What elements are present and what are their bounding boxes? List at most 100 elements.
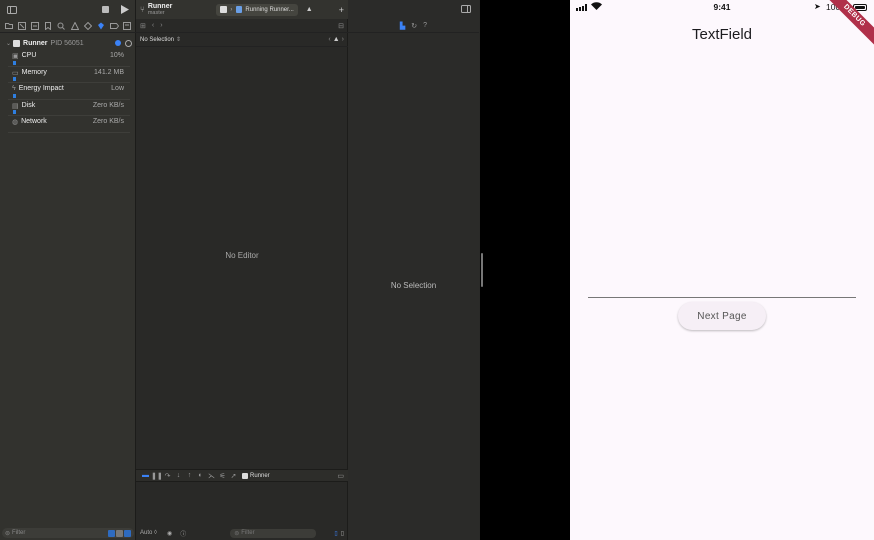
filter-option-button[interactable]	[108, 529, 115, 537]
gauge-disk[interactable]: ▤ Disk Zero KB/s	[8, 100, 130, 116]
app-bar-title: TextField	[691, 26, 753, 43]
gauge-value: Zero KB/s	[92, 118, 124, 125]
window-split-handle[interactable]	[481, 253, 483, 287]
test-icon[interactable]	[83, 21, 92, 30]
branch-name: master	[147, 9, 165, 16]
gauge-cpu[interactable]: ▣ CPU 10%	[8, 50, 130, 67]
disk-icon: ▤	[12, 102, 19, 110]
navigator-filter[interactable]: ⊜ Filter	[2, 528, 134, 538]
navigator-pane: ⌄ Runner PID 56051 ▣ CPU 10% ▭ Memory 14…	[0, 0, 136, 540]
source-control-icon[interactable]	[17, 21, 26, 30]
activity-viewer[interactable]: › Running Runner...	[216, 3, 298, 16]
panel-toggle-icon[interactable]: ▭	[337, 472, 344, 480]
issue-icon[interactable]	[70, 21, 79, 30]
gauge-label: Energy Impact	[18, 85, 64, 92]
text-field-input[interactable]	[588, 282, 856, 298]
folder-icon[interactable]	[4, 21, 13, 30]
sidebar-toggle-icon[interactable]	[6, 4, 17, 15]
bookmark-icon[interactable]	[44, 21, 53, 30]
step-into-icon[interactable]: ↓	[173, 472, 184, 479]
next-page-button[interactable]: Next Page	[678, 302, 766, 330]
step-out-icon[interactable]: ↑	[184, 472, 195, 479]
console-toggle-icon[interactable]: ▬	[140, 472, 151, 479]
file-inspector-icon[interactable]: ▙	[400, 22, 405, 30]
app-icon	[13, 39, 21, 47]
filter-option-button[interactable]	[116, 529, 123, 537]
debug-bar: ▬ ❚❚ ↷ ↓ ↑ ◐ ⋋ ⚟ ➚ Runner ▭	[136, 469, 348, 482]
chevron-right-icon: ›	[230, 6, 233, 13]
editor-options-icon[interactable]: ⊟	[338, 22, 344, 30]
history-inspector-icon[interactable]: ↻	[411, 22, 417, 30]
cpu-icon: ▣	[12, 53, 19, 60]
console-filter-input[interactable]: ⊜ Filter	[230, 528, 317, 538]
warning-icon[interactable]: ▲	[333, 36, 340, 43]
add-icon[interactable]: +	[339, 5, 344, 15]
console-scope[interactable]: Auto ◊	[140, 530, 157, 536]
gauge-label: CPU	[21, 52, 37, 59]
process-name: Runner	[23, 39, 48, 47]
filter-option-button[interactable]	[124, 529, 131, 537]
console-filter-placeholder: Filter	[241, 530, 255, 536]
gauge-network[interactable]: ◍ Network Zero KB/s	[8, 116, 130, 133]
gauge-bar	[13, 77, 16, 81]
gauge-memory[interactable]: ▭ Memory 141.2 MB	[8, 67, 130, 83]
process-pid: PID 56051	[50, 39, 84, 47]
gauge-value: Low	[111, 85, 124, 92]
console-view-icon[interactable]: ▯	[341, 530, 344, 537]
xcode-window: ⌄ Runner PID 56051 ▣ CPU 10% ▭ Memory 14…	[0, 0, 480, 540]
help-inspector-icon[interactable]: ?	[423, 22, 427, 29]
location-icon[interactable]: ➚	[228, 472, 239, 480]
device-icon	[236, 6, 243, 13]
scheme-info[interactable]: Runner master	[148, 3, 173, 17]
debug-navigator: ⌄ Runner PID 56051 ▣ CPU 10% ▭ Memory 14…	[0, 36, 136, 133]
app-icon	[242, 472, 248, 479]
jump-bar[interactable]: No Selection ⇕ ‹ ▲ ›	[136, 33, 348, 47]
warning-icon[interactable]: ▲	[306, 6, 313, 13]
gauge-label: Memory	[21, 68, 47, 76]
grid-icon[interactable]: ⊞	[140, 22, 146, 30]
debug-process[interactable]: Runner	[242, 472, 270, 479]
symbol-icon[interactable]	[30, 21, 39, 30]
eye-icon[interactable]: ◉	[167, 530, 172, 537]
memory-graph-icon[interactable]: ⋋	[206, 472, 217, 480]
status-dot-icon	[115, 40, 121, 46]
chevron-right-icon[interactable]: ›	[342, 36, 344, 43]
back-icon[interactable]: ‹	[152, 22, 154, 29]
gauge-value: Zero KB/s	[92, 101, 124, 109]
gauge-label: Disk	[21, 101, 36, 109]
info-icon[interactable]: ⓘ	[180, 529, 186, 538]
gauge-bar	[13, 93, 16, 98]
memory-icon: ▭	[12, 69, 19, 77]
toolbar-center: ⑂ Runner master › Running Runner... ▲ +	[136, 0, 348, 19]
jump-bar-path[interactable]: No Selection	[140, 37, 174, 43]
inspector-toggle-icon[interactable]	[461, 4, 471, 15]
breakpoint-icon[interactable]	[109, 21, 119, 30]
activity-status: Running Runner...	[245, 6, 294, 13]
ios-simulator-screen: 9:41 ➤ 100% DEBUG TextField Next Page	[570, 0, 874, 540]
step-over-icon[interactable]: ↷	[162, 472, 173, 480]
chevron-left-icon[interactable]: ‹	[328, 36, 330, 43]
view-debugger-icon[interactable]	[125, 39, 132, 47]
find-icon[interactable]	[57, 21, 66, 30]
run-button[interactable]	[119, 4, 130, 15]
stop-button[interactable]	[100, 4, 111, 15]
disclosure-chevron-icon[interactable]: ⌄	[6, 40, 11, 47]
gauge-label: Network	[21, 118, 47, 125]
gauge-energy[interactable]: ϟ Energy Impact Low	[8, 83, 130, 100]
chevron-updown-icon: ⇕	[176, 37, 182, 43]
filter-icon: ⊜	[5, 530, 11, 537]
process-row[interactable]: ⌄ Runner PID 56051	[0, 36, 136, 50]
toolbar-right	[348, 0, 479, 19]
branch-icon: ⑂	[140, 5, 145, 14]
forward-icon[interactable]: ›	[160, 22, 162, 29]
pause-icon[interactable]: ❚❚	[151, 472, 163, 480]
scheme-name: Runner	[147, 2, 173, 10]
variables-view-icon[interactable]: ▯	[334, 530, 337, 537]
no-selection-label: No Selection	[390, 281, 437, 290]
filter-placeholder: Filter	[12, 530, 26, 536]
view-hierarchy-icon[interactable]: ◐	[195, 472, 206, 479]
report-icon[interactable]	[123, 21, 132, 30]
toolbar-left	[0, 0, 136, 19]
environment-icon[interactable]: ⚟	[217, 472, 228, 480]
debug-navigator-icon[interactable]	[97, 21, 106, 30]
